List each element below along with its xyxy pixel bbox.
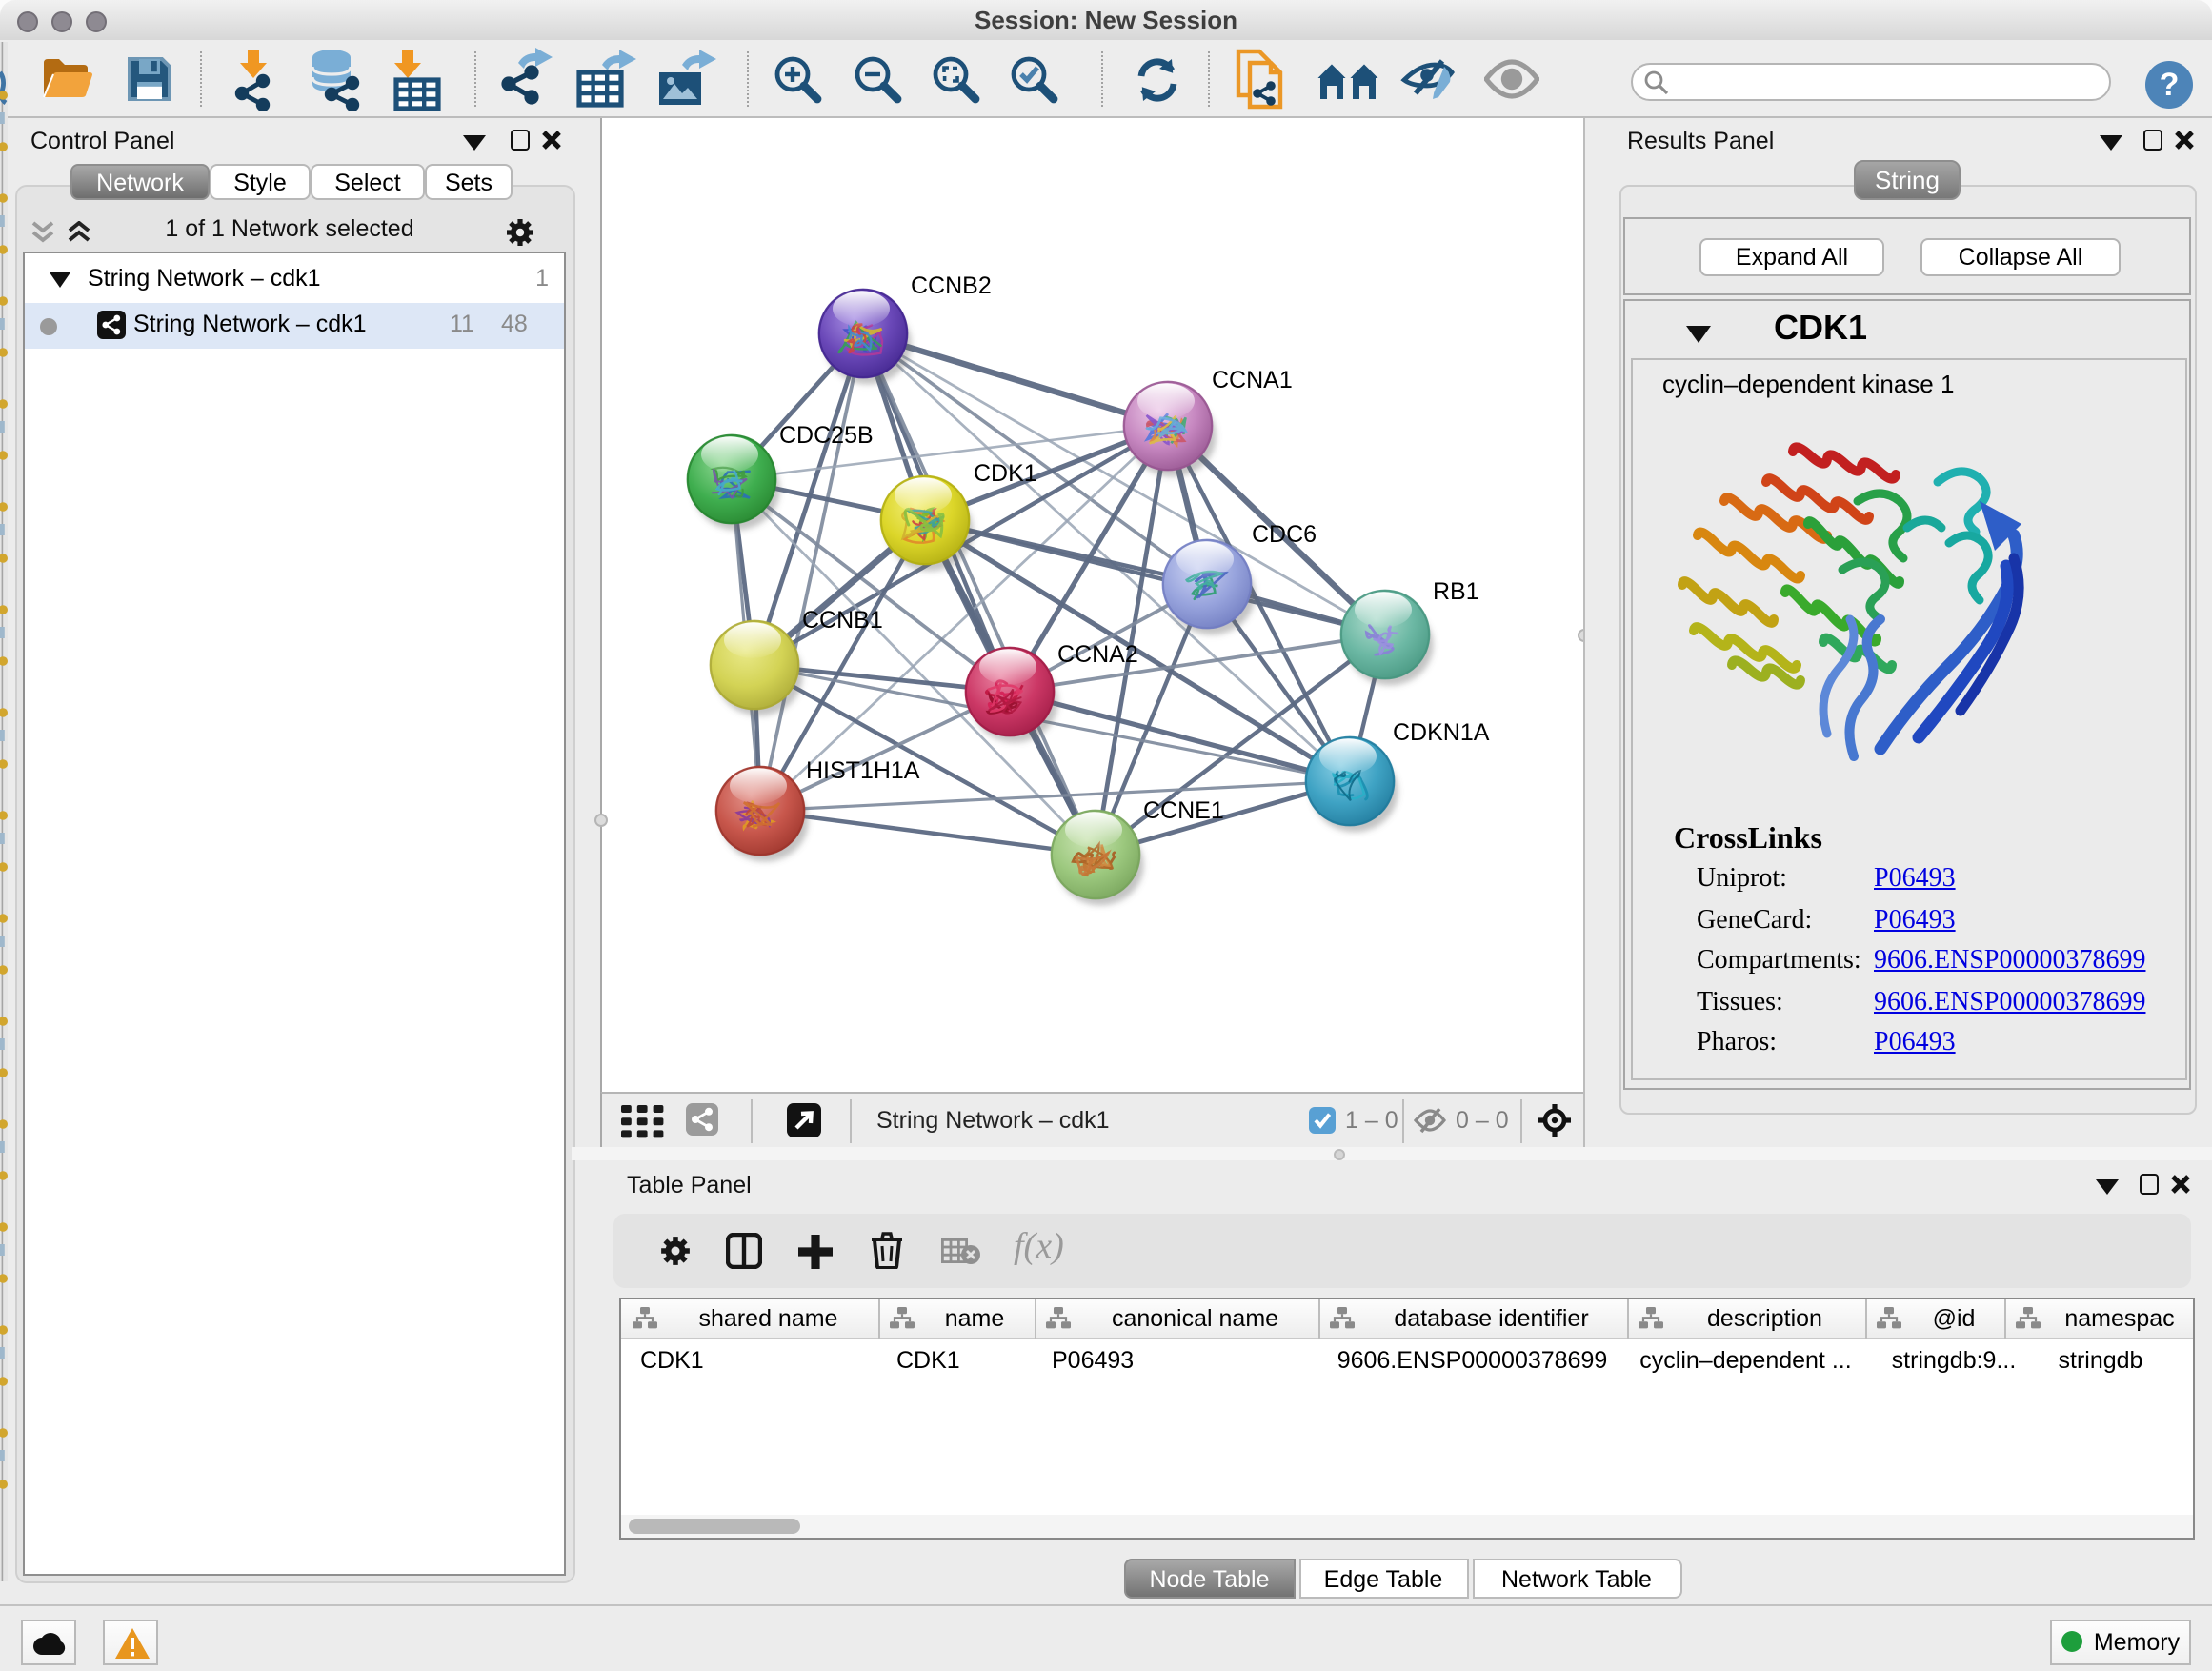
svg-text:RB1: RB1 <box>1433 578 1479 605</box>
svg-text:CCNA1: CCNA1 <box>1212 367 1293 393</box>
svg-text:CCNA2: CCNA2 <box>1057 641 1138 668</box>
svg-text:CDK1: CDK1 <box>974 460 1037 487</box>
svg-text:CDC25B: CDC25B <box>779 422 874 449</box>
svg-text:CCNB1: CCNB1 <box>802 607 883 634</box>
svg-text:CCNE1: CCNE1 <box>1143 797 1224 824</box>
svg-text:HIST1H1A: HIST1H1A <box>806 757 920 784</box>
svg-text:CDKN1A: CDKN1A <box>1393 719 1490 746</box>
svg-text:CDC6: CDC6 <box>1252 521 1317 548</box>
svg-text:CCNB2: CCNB2 <box>911 272 992 299</box>
